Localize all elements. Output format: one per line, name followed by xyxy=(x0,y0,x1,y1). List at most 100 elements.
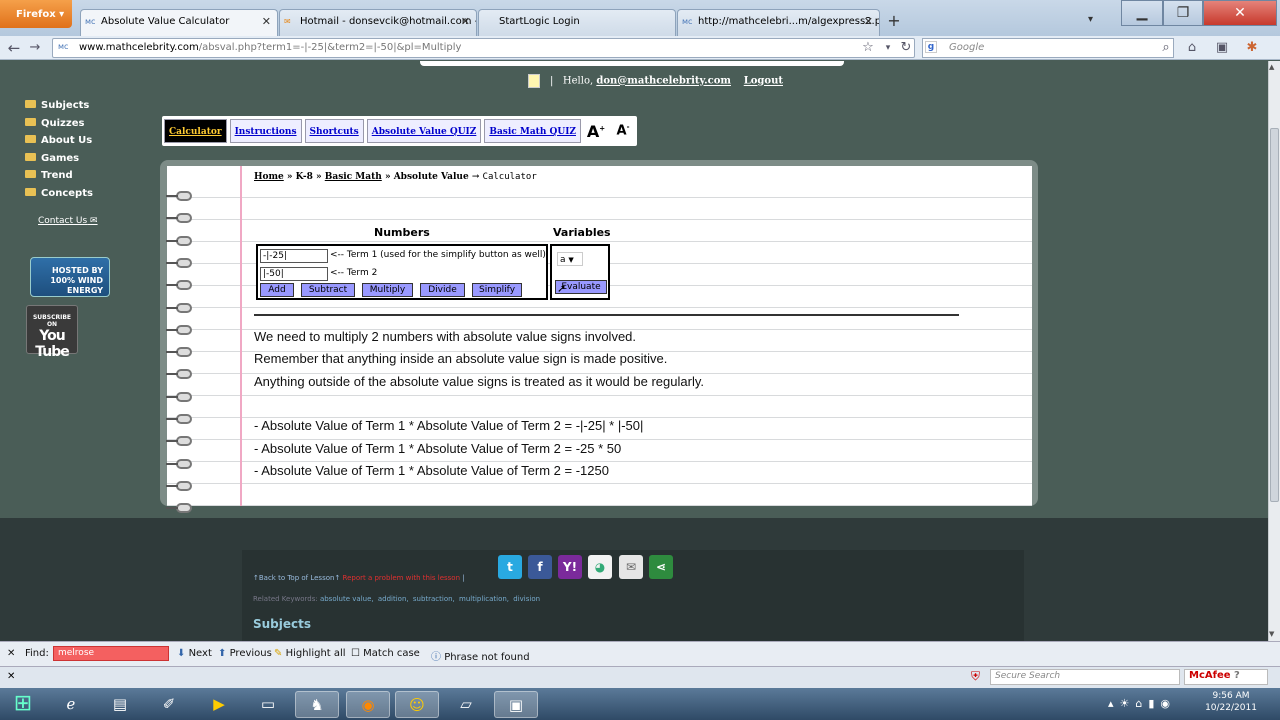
system-clock[interactable]: 9:56 AM 10/22/2011 xyxy=(1200,690,1262,714)
tab-absolute-value-calculator[interactable]: ᴍᴄ Absolute Value Calculator ✕ xyxy=(80,9,278,36)
scroll-down-icon[interactable]: ▼ xyxy=(1269,630,1274,638)
system-tray-icons[interactable]: ▴☀⌂▮◉ xyxy=(1108,697,1176,710)
simplify-button[interactable]: Simplify xyxy=(472,283,522,297)
close-tab-icon[interactable]: ✕ xyxy=(864,15,873,28)
close-addon-bar-icon[interactable]: ✕ xyxy=(7,671,15,682)
camtasia-icon[interactable]: ▣ xyxy=(494,691,538,718)
term2-input[interactable]: |-50| xyxy=(260,267,328,281)
tab-shortcuts[interactable]: Shortcuts xyxy=(304,119,364,143)
keyword-link[interactable]: subtraction, xyxy=(413,595,455,603)
secure-search-input[interactable]: Secure Search xyxy=(990,669,1180,685)
explanation-line: We need to multiply 2 numbers with absol… xyxy=(254,329,637,344)
facebook-icon[interactable]: f xyxy=(528,555,552,579)
bookmark-star-icon[interactable]: ☆ xyxy=(858,38,878,58)
twitter-icon[interactable]: t xyxy=(498,555,522,579)
multiply-button[interactable]: Multiply xyxy=(362,283,413,297)
new-tab-icon[interactable]: + xyxy=(883,11,905,33)
scroll-up-icon[interactable]: ▲ xyxy=(1269,63,1274,71)
search-icon[interactable]: ⌕ xyxy=(1156,38,1176,58)
tab-algexpress[interactable]: ᴍᴄ http://mathcelebri...m/algexpress2.ph… xyxy=(677,9,880,36)
sidebar-item-subjects[interactable]: Subjects xyxy=(25,100,89,111)
url-bar[interactable]: www.mathcelebrity.com/absval.php?term1=-… xyxy=(52,38,915,58)
mcafee-button[interactable]: McAfee ? xyxy=(1184,669,1268,685)
tab-basic-math-quiz[interactable]: Basic Math QUIZ xyxy=(484,119,581,143)
media-player-icon[interactable]: ▶ xyxy=(197,691,241,718)
history-dropdown-icon[interactable]: ▾ xyxy=(878,38,898,58)
close-window-icon[interactable]: ✕ xyxy=(1203,0,1277,26)
yahoo-messenger-icon[interactable]: ☺ xyxy=(395,691,439,718)
breadcrumb-basic-math[interactable]: Basic Math xyxy=(325,172,382,182)
notepad-icon[interactable]: ▱ xyxy=(444,691,488,718)
user-email-link[interactable]: don@mathcelebrity.com xyxy=(596,76,731,87)
tab-startlogic[interactable]: StartLogic Login xyxy=(478,9,676,36)
highlight-all-button[interactable]: ✎ Highlight all xyxy=(274,648,346,659)
wind-energy-badge[interactable]: HOSTED BY 100% WIND ENERGY xyxy=(30,257,110,297)
scrollbar-thumb[interactable] xyxy=(1270,128,1279,502)
tab-list-icon[interactable]: ▾ xyxy=(1088,14,1093,25)
tab-calculator[interactable]: Calculator xyxy=(164,119,227,143)
font-decrease-button[interactable]: A- xyxy=(611,123,635,138)
start-button-icon[interactable]: ⊞ xyxy=(0,688,46,720)
logout-link[interactable]: Logout xyxy=(744,76,783,87)
add-button[interactable]: Add xyxy=(260,283,294,297)
email-icon[interactable]: ✉ xyxy=(619,555,643,579)
divide-button[interactable]: Divide xyxy=(420,283,465,297)
tab-instructions[interactable]: Instructions xyxy=(229,119,302,143)
match-case-checkbox[interactable]: ☐ Match case xyxy=(351,648,420,659)
minimize-icon[interactable]: ▁ xyxy=(1121,0,1163,26)
breadcrumb-home[interactable]: Home xyxy=(254,172,284,182)
back-icon[interactable]: ← xyxy=(4,38,24,58)
keyword-link[interactable]: multiplication, xyxy=(459,595,509,603)
google-icon[interactable]: ◕ xyxy=(588,555,612,579)
keyword-link[interactable]: absolute value, xyxy=(320,595,374,603)
forward-icon[interactable]: → xyxy=(25,38,45,58)
variable-select[interactable]: a ▼ xyxy=(557,252,583,266)
search-input[interactable]: Google xyxy=(922,38,1174,58)
sidebar-item-games[interactable]: Games xyxy=(25,153,79,164)
yahoo-icon[interactable]: Y! xyxy=(558,555,582,579)
tab-hotmail[interactable]: ✉ Hotmail - donsevcik@hotmail.com - ... … xyxy=(279,9,477,36)
subtract-button[interactable]: Subtract xyxy=(301,283,355,297)
sidebar-item-concepts[interactable]: Concepts xyxy=(25,188,93,199)
reload-icon[interactable]: ↻ xyxy=(896,38,916,58)
font-increase-button[interactable]: A+ xyxy=(584,122,608,141)
file-explorer-icon[interactable]: ▤ xyxy=(98,691,142,718)
internet-explorer-icon[interactable]: ℯ xyxy=(49,691,93,718)
site-identity-icon[interactable]: ᴍᴄ xyxy=(58,42,68,51)
tab-absolute-value-quiz[interactable]: Absolute Value QUIZ xyxy=(366,119,482,143)
maximize-icon[interactable]: ❐ xyxy=(1163,0,1203,26)
close-tab-icon[interactable]: ✕ xyxy=(461,15,470,28)
top-panel-edge xyxy=(420,61,844,66)
firefox-icon[interactable]: ◉ xyxy=(346,691,390,718)
chess-app-icon[interactable]: ♞ xyxy=(295,691,339,718)
notebook-ring-icon xyxy=(166,458,192,469)
find-next-button[interactable]: ⬇ Next xyxy=(177,648,212,659)
notebook-ring-icon xyxy=(166,191,192,201)
window-app-icon[interactable]: ▭ xyxy=(246,691,290,718)
firefox-menu-button[interactable]: Firefox ▾ xyxy=(0,0,72,28)
mouse-cursor-icon: ➚ xyxy=(557,282,567,295)
google-icon[interactable]: g xyxy=(925,41,937,53)
find-previous-button[interactable]: ⬆ Previous xyxy=(218,648,272,659)
notebook-margin-line xyxy=(240,166,242,506)
home-icon[interactable]: ⌂ xyxy=(1182,38,1202,58)
find-label: Find: xyxy=(25,648,49,659)
sidebar-item-quizzes[interactable]: Quizzes xyxy=(25,118,84,129)
youtube-subscribe-badge[interactable]: SUBSCRIBE ON You Tube xyxy=(26,305,78,360)
tools-icon[interactable]: ✱ xyxy=(1242,38,1262,58)
sidebar-item-trend[interactable]: Trend xyxy=(25,170,73,181)
addon-icon[interactable]: ▣ xyxy=(1212,38,1232,58)
term1-input[interactable]: -|-25| xyxy=(260,249,328,263)
keyword-link[interactable]: division xyxy=(513,595,540,603)
paint-icon[interactable]: ✐ xyxy=(147,691,191,718)
sidebar-item-about-us[interactable]: About Us xyxy=(25,135,92,146)
back-to-top-link[interactable]: ↑Back to Top of Lesson↑ xyxy=(253,574,340,582)
keyword-link[interactable]: addition, xyxy=(378,595,409,603)
close-find-icon[interactable]: ✕ xyxy=(7,648,15,659)
report-problem-link[interactable]: Report a problem with this lesson xyxy=(343,574,460,582)
close-tab-icon[interactable]: ✕ xyxy=(262,15,271,28)
contact-us-link[interactable]: Contact Us ✉ xyxy=(38,216,98,226)
folder-icon xyxy=(25,170,36,178)
find-input[interactable]: melrose xyxy=(53,646,169,661)
share-icon[interactable]: ⋖ xyxy=(649,555,673,579)
